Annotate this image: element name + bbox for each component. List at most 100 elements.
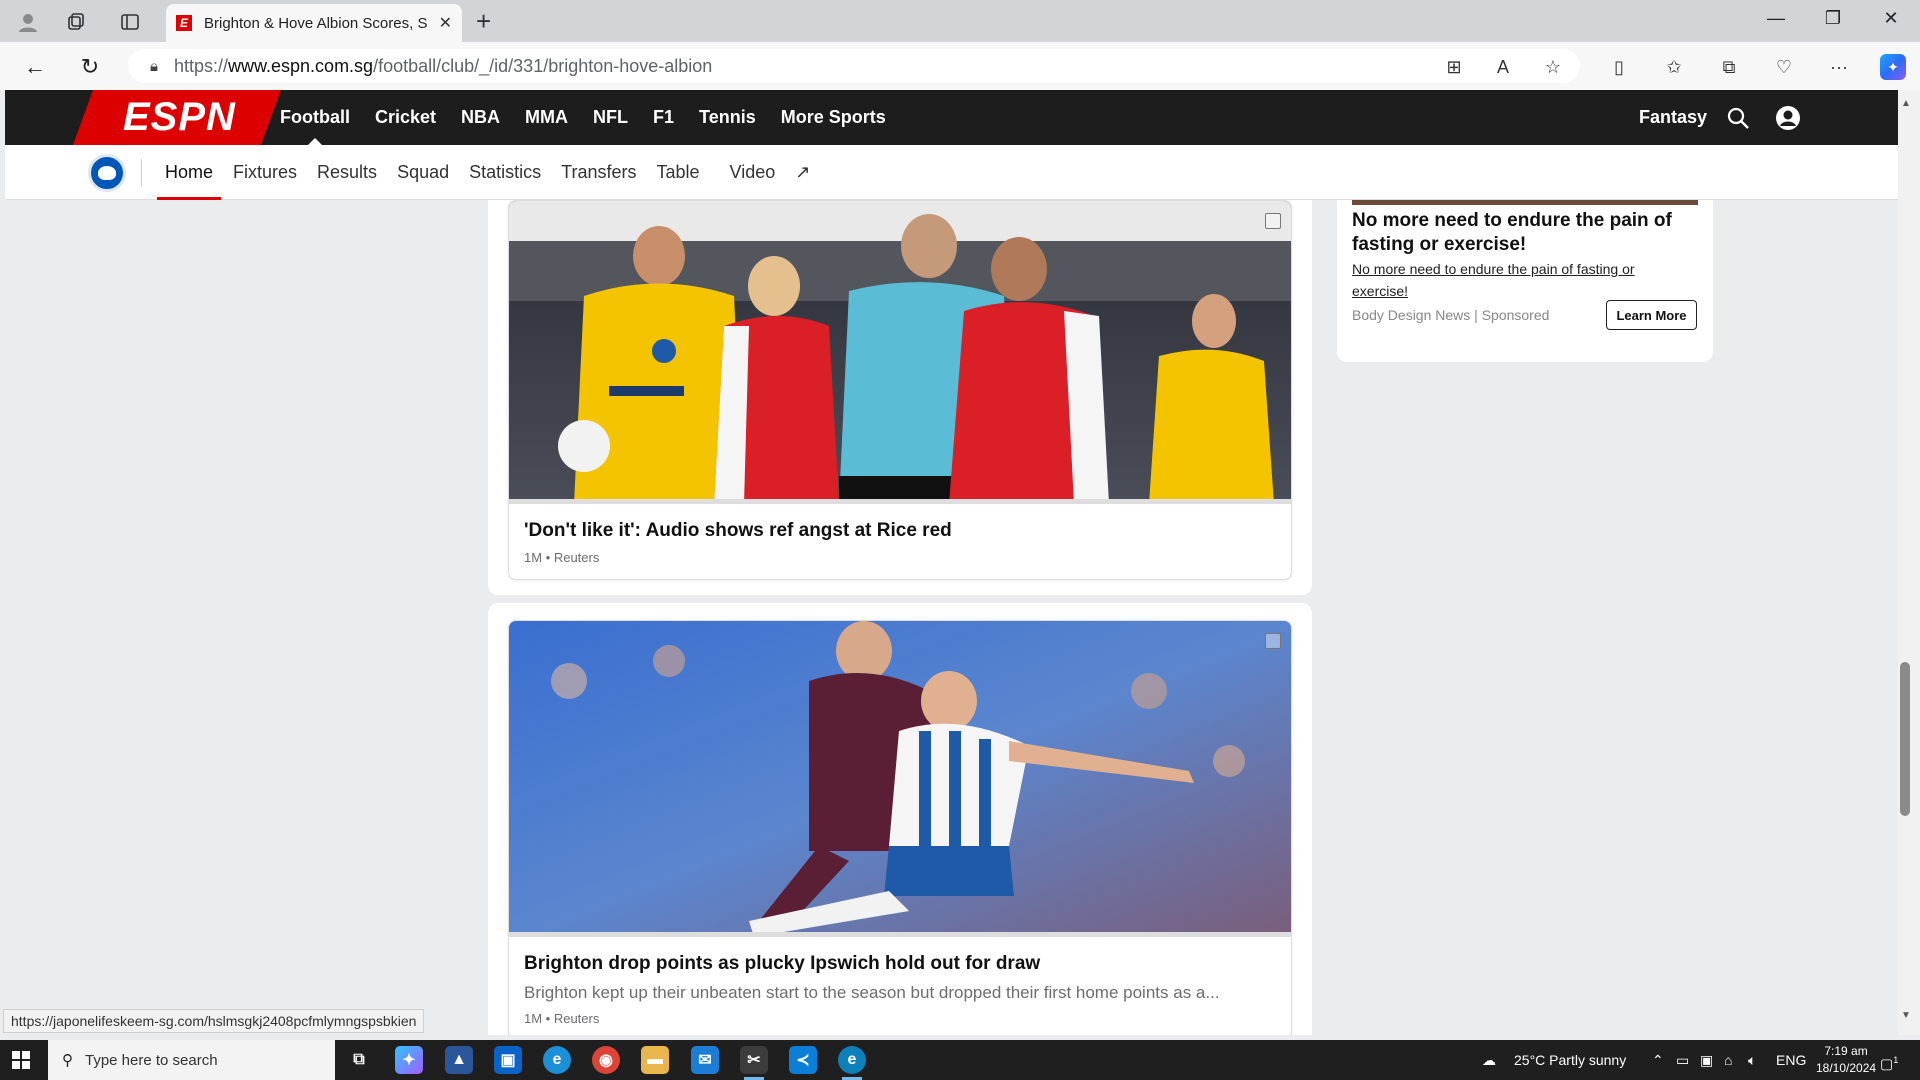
task-view-icon[interactable]: ⧉ (345, 1046, 373, 1074)
ad-description[interactable]: No more need to endure the pain of fasti… (1352, 258, 1672, 302)
article-image-2[interactable] (509, 621, 1291, 937)
chrome-icon[interactable]: ◉ (592, 1046, 620, 1074)
tab-results[interactable]: Results (317, 145, 377, 200)
fantasy-link[interactable]: Fantasy (1639, 90, 1707, 145)
favorites-icon[interactable]: ✩ (1661, 54, 1687, 80)
article-meta-1: 1M • Reuters (524, 550, 600, 565)
clock[interactable]: 7:19 am 18/10/2024 (1816, 1043, 1876, 1077)
time: 7:19 am (1824, 1044, 1868, 1058)
article-card-1[interactable]: 'Don't like it': Audio shows ref angst a… (508, 200, 1292, 580)
edge-active-icon[interactable]: e (838, 1046, 866, 1080)
nav-tennis[interactable]: Tennis (699, 90, 756, 145)
taskbar-search[interactable]: ⚲ Type here to search (48, 1040, 335, 1080)
article-card-2[interactable]: Brighton drop points as plucky Ipswich h… (508, 620, 1292, 1035)
account-icon[interactable] (1774, 104, 1802, 132)
article-description-2: Brighton kept up their unbeaten start to… (524, 983, 1220, 1002)
brighton-crest-icon[interactable] (88, 154, 126, 192)
page-scrollbar[interactable]: ▲ ▼ (1898, 90, 1920, 1035)
nav-more-sports[interactable]: More Sports (781, 90, 886, 145)
espn-logo[interactable]: ESPN (123, 95, 236, 140)
url-text: https://www.espn.com.sg/football/club/_/… (173, 55, 713, 76)
new-tab-icon[interactable]: + (476, 6, 491, 37)
nav-mma[interactable]: MMA (525, 90, 568, 145)
notifications-icon[interactable]: ▢1 (1880, 1040, 1898, 1080)
tab-transfers[interactable]: Transfers (561, 145, 636, 200)
ad-title[interactable]: No more need to endure the pain of fasti… (1352, 209, 1702, 257)
nav-nfl[interactable]: NFL (593, 90, 628, 145)
article-title-2[interactable]: Brighton drop points as plucky Ipswich h… (524, 953, 1276, 975)
active-tab[interactable]: E Brighton & Hove Albion Scores, S ✕ (166, 4, 462, 42)
close-window-icon[interactable]: ✕ (1871, 8, 1911, 29)
tab-statistics[interactable]: Statistics (469, 145, 541, 200)
profile-icon[interactable] (14, 8, 42, 36)
image-expand-icon[interactable] (1265, 213, 1281, 229)
external-link-icon: ↗ (795, 162, 811, 182)
tab-squad[interactable]: Squad (397, 145, 449, 200)
news-column-1: 'Don't like it': Audio shows ref angst a… (488, 200, 1312, 595)
tray-icon-2[interactable]: ▣ (1700, 1040, 1713, 1080)
network-icon[interactable]: ⌂ (1724, 1040, 1732, 1080)
nav-nba[interactable]: NBA (461, 90, 500, 145)
nav-football[interactable]: Football (280, 90, 350, 145)
address-toolbar: ← ↻ 🔒︎ https://www.espn.com.sg/football/… (0, 42, 1920, 90)
copilot-icon[interactable]: ✦ (1880, 54, 1906, 80)
url-field[interactable]: 🔒︎ https://www.espn.com.sg/football/club… (128, 49, 1580, 83)
lock-icon: 🔒︎ (150, 57, 158, 75)
favorite-star-icon[interactable]: ☆ (1540, 54, 1566, 80)
file-explorer-icon[interactable]: ▬ (641, 1046, 669, 1074)
read-aloud-icon[interactable]: A (1490, 54, 1516, 80)
sponsored-ad[interactable]: No more need to endure the pain of fasti… (1337, 200, 1713, 362)
tab-video[interactable]: Video ↗ (720, 145, 821, 200)
main-nav: Football Cricket NBA MMA NFL F1 Tennis M… (280, 90, 911, 145)
search-icon: ⚲ (62, 1052, 73, 1069)
espn-favicon-icon: E (176, 15, 192, 31)
more-options-icon[interactable]: ··· (1826, 54, 1852, 80)
weather-icon[interactable]: ☁ (1482, 1040, 1496, 1080)
windows-start-icon[interactable] (12, 1051, 30, 1069)
tab-fixtures[interactable]: Fixtures (233, 145, 297, 200)
browser-essentials-icon[interactable]: ♡ (1771, 54, 1797, 80)
edge-icon[interactable]: e (543, 1046, 571, 1074)
split-screen-icon[interactable]: ▯ (1606, 54, 1632, 80)
app-icon-3[interactable]: ▲ (445, 1046, 473, 1074)
tab-table[interactable]: Table (657, 145, 700, 200)
copilot-taskbar-icon[interactable]: ✦ (395, 1046, 423, 1074)
taskbar: ⚲ Type here to search ⧉ ✦ ▲ ▣ e ◉ ▬ ✉ ✂ … (0, 1040, 1920, 1080)
store-icon[interactable]: ▣ (494, 1046, 522, 1074)
workspaces-icon[interactable] (62, 8, 90, 36)
vertical-tabs-icon[interactable] (116, 8, 144, 36)
divider (141, 159, 142, 187)
scroll-down-icon[interactable]: ▼ (1901, 1010, 1911, 1021)
app-available-icon[interactable]: ⊞ (1441, 54, 1467, 80)
browser-tab-bar: E Brighton & Hove Albion Scores, S ✕ + —… (0, 0, 1920, 42)
restore-icon[interactable]: ❐ (1813, 8, 1853, 29)
show-hidden-icons[interactable]: ⌃ (1652, 1040, 1664, 1080)
mail-icon[interactable]: ✉ (691, 1046, 719, 1074)
weather-text[interactable]: 25°C Partly sunny (1514, 1040, 1626, 1080)
nav-cricket[interactable]: Cricket (375, 90, 436, 145)
content-area: 'Don't like it': Audio shows ref angst a… (0, 200, 1898, 1035)
news-column-2: Brighton drop points as plucky Ipswich h… (488, 603, 1312, 1035)
learn-more-button[interactable]: Learn More (1606, 300, 1697, 330)
image-expand-icon[interactable] (1265, 633, 1281, 649)
volume-icon[interactable]: 🔈︎ (1748, 1040, 1756, 1080)
article-image-1[interactable] (509, 201, 1291, 504)
date: 18/10/2024 (1816, 1061, 1877, 1075)
tab-title: Brighton & Hove Albion Scores, S (204, 14, 428, 32)
article-title-1[interactable]: 'Don't like it': Audio shows ref angst a… (524, 520, 1276, 542)
scroll-up-icon[interactable]: ▲ (1901, 98, 1911, 109)
collections-icon[interactable]: ⧉ (1716, 54, 1742, 80)
snipping-tool-icon[interactable]: ✂ (740, 1046, 768, 1080)
tab-close-icon[interactable]: ✕ (439, 13, 452, 33)
nav-f1[interactable]: F1 (653, 90, 674, 145)
search-icon[interactable] (1724, 104, 1752, 132)
tab-home[interactable]: Home (156, 145, 222, 200)
ad-image-edge (1352, 200, 1698, 205)
vscode-icon[interactable]: ≺ (789, 1046, 817, 1074)
back-icon[interactable]: ← (20, 52, 50, 82)
minimize-icon[interactable]: — (1756, 8, 1796, 29)
language-indicator[interactable]: ENG (1776, 1040, 1806, 1080)
scrollbar-thumb[interactable] (1900, 662, 1910, 816)
tray-icon-1[interactable]: ▭ (1676, 1040, 1689, 1080)
refresh-icon[interactable]: ↻ (75, 52, 105, 82)
